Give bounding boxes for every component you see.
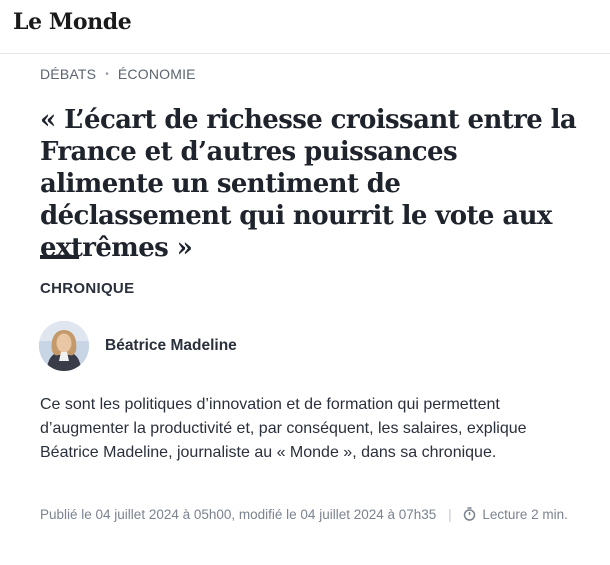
reading-time: Lecture 2 min.: [482, 507, 568, 522]
breadcrumb-economie[interactable]: ÉCONOMIE: [118, 66, 196, 82]
article-title: « L’écart de richesse croissant entre la…: [40, 105, 577, 263]
article-meta: Publié le 04 juillet 2024 à 05h00, modif…: [40, 504, 585, 525]
le-monde-logo[interactable]: Le Monde: [13, 9, 132, 35]
publication-date: Publié le 04 juillet 2024 à 05h00, modif…: [40, 507, 437, 522]
author-portrait-icon: [39, 321, 89, 371]
breadcrumb: DÉBATS • ÉCONOMIE: [40, 66, 196, 82]
kicker-rule: [40, 255, 79, 259]
meta-separator: |: [448, 507, 452, 522]
article-kicker: CHRONIQUE: [40, 280, 135, 297]
breadcrumb-debats[interactable]: DÉBATS: [40, 66, 96, 82]
author-name[interactable]: Béatrice Madeline: [105, 337, 237, 355]
author-avatar[interactable]: [39, 321, 89, 371]
breadcrumb-separator: •: [105, 68, 109, 80]
stopwatch-icon: [464, 507, 476, 521]
author-block: Béatrice Madeline: [39, 321, 237, 371]
article-lead: Ce sont les politiques d’innovation et d…: [40, 396, 527, 461]
site-header: Le Monde: [0, 0, 610, 54]
